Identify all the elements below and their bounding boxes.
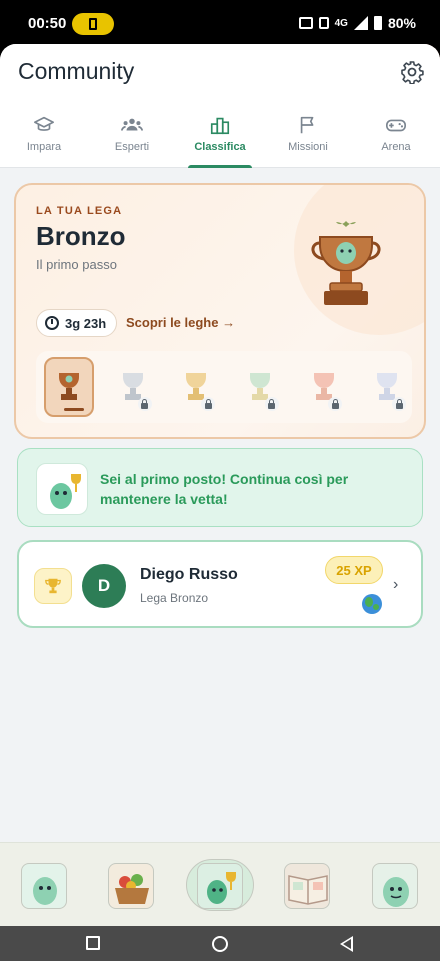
- tab-label: Arena: [381, 141, 411, 153]
- battery-icon: [373, 16, 382, 30]
- trophy-icon: [34, 568, 72, 604]
- chevron-right-icon: ›: [393, 576, 399, 593]
- podium-icon: [210, 117, 230, 135]
- tab-arena[interactable]: Arena: [352, 114, 440, 168]
- lock-icon: [264, 397, 279, 411]
- graduation-cap-icon: [34, 116, 54, 131]
- nav-book[interactable]: [284, 863, 330, 909]
- league-card: LA TUA LEGA Bronzo Il primo passo 3g 23h…: [14, 183, 426, 439]
- system-nav-bar: [0, 926, 440, 961]
- nav-mascot[interactable]: [21, 863, 67, 909]
- banner-message: Sei al primo posto! Continua così per ma…: [100, 471, 349, 507]
- tier-gold[interactable]: [172, 357, 222, 417]
- battery-saver-pill: [72, 13, 114, 35]
- home-button[interactable]: [212, 936, 228, 952]
- tier-diamond[interactable]: [362, 357, 412, 417]
- flag-icon: [300, 116, 314, 134]
- book-icon: [288, 875, 328, 905]
- tab-impara[interactable]: Impara: [0, 114, 88, 168]
- mascot-profile-icon: [383, 877, 409, 907]
- timer-pill: 3g 23h: [36, 309, 118, 337]
- signal-icon: [353, 16, 368, 30]
- gamepad-icon: [386, 119, 406, 132]
- avatar: D: [82, 564, 126, 608]
- tab-classifica[interactable]: Classifica: [176, 114, 264, 168]
- mascot-icon: [33, 877, 57, 905]
- league-kicker: LA TUA LEGA: [36, 205, 123, 217]
- mascot-trophy-icon: [36, 463, 88, 515]
- tab-label: Missioni: [288, 141, 328, 153]
- top-header: Community Impara Esperti Classifica Miss…: [0, 44, 440, 168]
- bottom-nav: [0, 842, 440, 926]
- timer-value: 3g 23h: [65, 315, 107, 331]
- tab-missioni[interactable]: Missioni: [264, 114, 352, 168]
- league-tiers: [36, 351, 412, 423]
- first-place-banner: Sei al primo posto! Continua così per ma…: [17, 448, 423, 527]
- app-screen: Community Impara Esperti Classifica Miss…: [0, 44, 440, 926]
- tab-label: Classifica: [194, 141, 246, 153]
- user-league: Lega Bronzo: [140, 591, 209, 605]
- tab-label: Impara: [26, 141, 62, 153]
- page-title: Community: [18, 58, 135, 84]
- status-time: 00:50: [28, 15, 67, 32]
- lock-icon: [392, 397, 407, 411]
- tier-bronze[interactable]: [44, 357, 95, 417]
- status-icons: 4G 80%: [298, 15, 416, 31]
- bronze-trophy-icon: [59, 373, 80, 400]
- discover-leagues-label: Scopri le leghe: [126, 315, 219, 330]
- network-type: 4G: [334, 17, 348, 29]
- tier-silver[interactable]: [108, 357, 158, 417]
- globe-icon: [362, 594, 382, 614]
- xp-badge: 25 XP: [325, 556, 383, 584]
- notification-icon: [298, 17, 313, 29]
- status-bar: 00:50 4G 80%: [0, 0, 440, 48]
- vibrate-icon: [318, 17, 329, 29]
- people-icon: [121, 118, 143, 131]
- recents-button[interactable]: [86, 936, 100, 950]
- user-name: Diego Russo: [140, 566, 238, 583]
- lock-icon: [201, 397, 216, 411]
- tier-ruby[interactable]: [299, 357, 349, 417]
- lock-icon: [137, 397, 152, 411]
- tab-esperti[interactable]: Esperti: [88, 114, 176, 168]
- discover-leagues-link[interactable]: Scopri le leghe →: [126, 315, 235, 330]
- lock-icon: [328, 397, 343, 411]
- food-basket-icon: [115, 874, 149, 904]
- gear-icon[interactable]: [400, 60, 424, 84]
- nav-profile[interactable]: [372, 863, 418, 909]
- trophy-mascot-icon: [207, 872, 236, 904]
- back-button[interactable]: [340, 936, 353, 952]
- tier-emerald[interactable]: [235, 357, 285, 417]
- nav-food[interactable]: [108, 863, 154, 909]
- ranking-row[interactable]: D Diego Russo Lega Bronzo 25 XP ›: [17, 540, 423, 628]
- league-subtitle: Il primo passo: [36, 257, 117, 272]
- battery-percent: 80%: [387, 15, 416, 31]
- bronze-trophy-icon: [311, 221, 381, 305]
- arrow-right-icon: →: [222, 315, 236, 330]
- stopwatch-icon: [45, 316, 59, 330]
- tab-bar: Impara Esperti Classifica Missioni Arena: [0, 114, 440, 168]
- tab-label: Esperti: [114, 141, 150, 153]
- league-name: Bronzo: [36, 221, 126, 251]
- nav-leaderboard[interactable]: [197, 863, 243, 909]
